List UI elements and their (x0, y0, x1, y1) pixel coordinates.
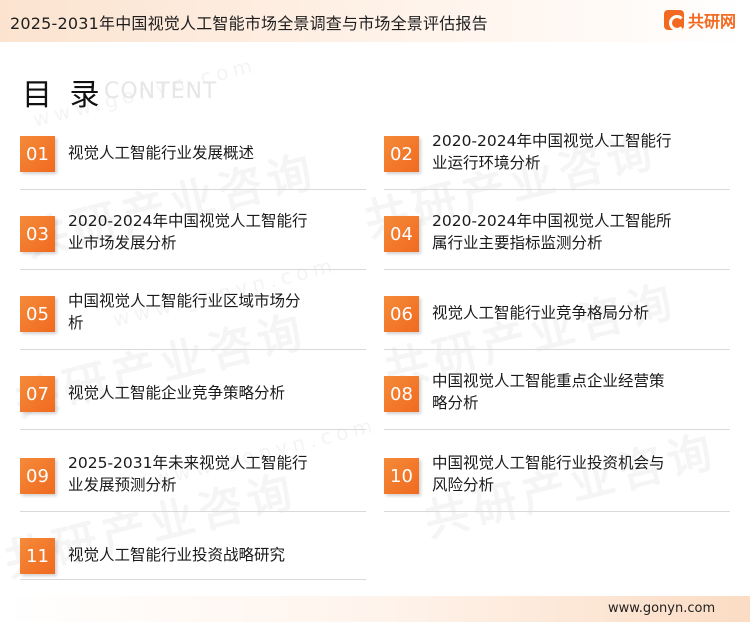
toc-item-06[interactable]: 06 视觉人工智能行业竞争格局分析 (384, 290, 730, 350)
toc-item-02[interactable]: 02 2020-2024年中国视觉人工智能行 业运行环境分析 (384, 130, 730, 190)
gonyn-logo-icon (664, 10, 685, 31)
toc-label: 中国视觉人工智能重点企业经营策 略分析 (432, 370, 722, 414)
toc-label: 视觉人工智能行业发展概述 (68, 142, 358, 164)
logo-text: 共研网 (688, 12, 737, 31)
toc-number: 06 (384, 296, 419, 332)
footer-bar: www.gonyn.com (0, 596, 750, 622)
toc-number: 04 (384, 216, 419, 252)
header-bar: 2025-2031年中国视觉人工智能市场全景调查与市场全景评估报告 共研网 (0, 0, 750, 42)
toc-label-line1: 2025-2031年未来视觉人工智能行 (68, 454, 308, 472)
toc-label-line2: 业市场发展分析 (68, 234, 177, 252)
toc-label-line2: 风险分析 (432, 476, 495, 494)
toc-label-line1: 2020-2024年中国视觉人工智能行 (68, 212, 308, 230)
report-title: 2025-2031年中国视觉人工智能市场全景调查与市场全景评估报告 (10, 14, 488, 33)
toc-label-line2: 属行业主要指标监测分析 (432, 234, 603, 252)
toc-number: 01 (20, 136, 55, 172)
toc-label-line1: 2020-2024年中国视觉人工智能所 (432, 212, 672, 230)
toc-item-09[interactable]: 09 2025-2031年未来视觉人工智能行 业发展预测分析 (20, 452, 366, 512)
toc-item-10[interactable]: 10 中国视觉人工智能行业投资机会与 风险分析 (384, 452, 730, 512)
toc-label-line2: 略分析 (432, 394, 479, 412)
toc-item-07[interactable]: 07 视觉人工智能企业竞争策略分析 (20, 370, 366, 430)
toc-label-line1: 视觉人工智能行业竞争格局分析 (432, 304, 650, 322)
toc-label: 中国视觉人工智能行业投资机会与 风险分析 (432, 452, 722, 496)
toc-item-05[interactable]: 05 中国视觉人工智能行业区域市场分 析 (20, 290, 366, 350)
toc-label: 2020-2024年中国视觉人工智能所 属行业主要指标监测分析 (432, 210, 722, 254)
toc-label: 视觉人工智能企业竞争策略分析 (68, 382, 358, 404)
brand-logo[interactable]: 共研网 (664, 8, 736, 32)
toc-item-01[interactable]: 01 视觉人工智能行业发展概述 (20, 130, 366, 190)
toc-item-04[interactable]: 04 2020-2024年中国视觉人工智能所 属行业主要指标监测分析 (384, 210, 730, 270)
toc-label: 2025-2031年未来视觉人工智能行 业发展预测分析 (68, 452, 358, 496)
toc-label-line2: 析 (68, 314, 84, 332)
toc-number: 09 (20, 458, 55, 494)
toc-number: 08 (384, 376, 419, 412)
toc-label: 视觉人工智能行业投资战略研究 (68, 544, 358, 566)
toc-number: 02 (384, 136, 419, 172)
toc-label-line1: 中国视觉人工智能行业投资机会与 (432, 454, 665, 472)
toc-number: 05 (20, 296, 55, 332)
toc-subtitle: CONTENT (104, 79, 218, 104)
toc-label: 视觉人工智能行业竞争格局分析 (432, 302, 722, 324)
footer-url-link[interactable]: www.gonyn.com (608, 601, 715, 616)
toc-label-line1: 视觉人工智能企业竞争策略分析 (68, 384, 286, 402)
toc-number: 03 (20, 216, 55, 252)
toc-label-line1: 视觉人工智能行业投资战略研究 (68, 546, 286, 564)
toc-label: 2020-2024年中国视觉人工智能行 业运行环境分析 (432, 130, 722, 174)
toc-label-line1: 2020-2024年中国视觉人工智能行 (432, 132, 672, 150)
toc-number: 11 (20, 538, 55, 574)
toc-title: 目 录 (22, 78, 104, 113)
toc-item-08[interactable]: 08 中国视觉人工智能重点企业经营策 略分析 (384, 370, 730, 430)
toc-number: 10 (384, 458, 419, 494)
toc-label-line2: 业发展预测分析 (68, 476, 177, 494)
toc-item-11[interactable]: 11 视觉人工智能行业投资战略研究 (20, 532, 366, 580)
toc-label-line2: 业运行环境分析 (432, 154, 541, 172)
toc-label-line1: 中国视觉人工智能重点企业经营策 (432, 372, 665, 390)
toc-label-line1: 视觉人工智能行业发展概述 (68, 144, 255, 162)
toc-label: 中国视觉人工智能行业区域市场分 析 (68, 290, 358, 334)
toc-number: 07 (20, 376, 55, 412)
toc-item-03[interactable]: 03 2020-2024年中国视觉人工智能行 业市场发展分析 (20, 210, 366, 270)
toc-label: 2020-2024年中国视觉人工智能行 业市场发展分析 (68, 210, 358, 254)
toc-label-line1: 中国视觉人工智能行业区域市场分 (68, 292, 301, 310)
